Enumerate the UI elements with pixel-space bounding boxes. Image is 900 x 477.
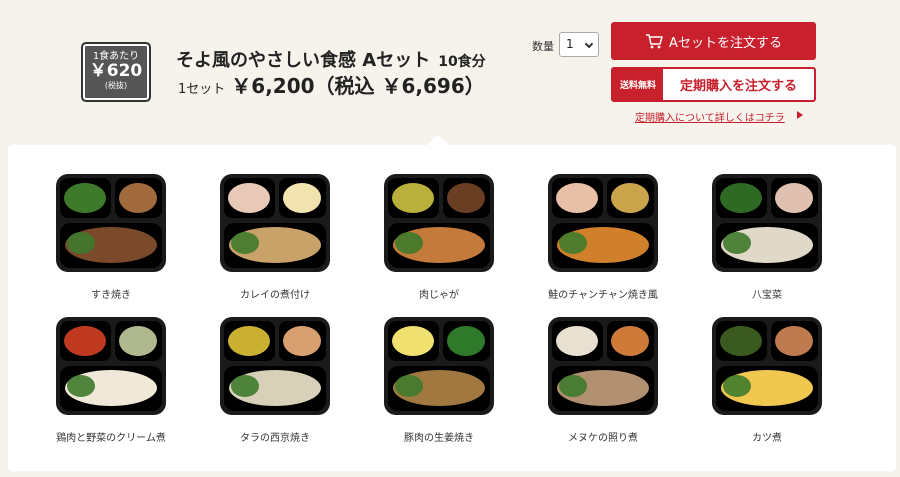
cart-icon <box>646 34 663 49</box>
product-title-row: そよ風のやさしい食感 Aセット 10食分 <box>176 46 486 72</box>
menu-item: すき焼き <box>41 173 181 301</box>
menu-item: 鮭のチャンチャン焼き風 <box>533 173 673 301</box>
menu-item: 八宝菜 <box>697 173 837 301</box>
meal-tray-image <box>220 317 330 415</box>
menu-item-name: すき焼き <box>91 290 131 301</box>
subscribe-info-link[interactable]: 定期購入について詳しくはコチラ <box>635 109 785 124</box>
meal-tray-image <box>548 174 658 272</box>
meal-tray-image <box>384 174 494 272</box>
set-unit: 1セット <box>178 82 226 97</box>
menu-item-name: 八宝菜 <box>752 290 782 301</box>
meal-tray-image <box>384 317 494 415</box>
caret-right-icon <box>797 111 803 119</box>
subscribe-button[interactable]: 送料無料 定期購入を注文する <box>611 67 816 102</box>
menu-item-name: カツ煮 <box>752 433 782 444</box>
product-header: 1食あたり ￥620 (税抜) そよ風のやさしい食感 Aセット 10食分 1セット… <box>0 0 900 145</box>
meal-tray-image <box>220 174 330 272</box>
product-count: 10食分 <box>438 54 486 70</box>
menu-item-name: 鮭のチャンチャン焼き風 <box>548 290 658 301</box>
set-price: ￥6,200（税込 ￥6,696） <box>231 74 485 98</box>
badge-note: (税抜) <box>104 81 128 90</box>
per-meal-price-badge: 1食あたり ￥620 (税抜) <box>81 42 151 102</box>
order-button[interactable]: Aセットを注文する <box>611 22 816 60</box>
menu-item-name: 鶏肉と野菜のクリーム煮 <box>56 433 166 444</box>
menu-item-name: カレイの煮付け <box>240 290 310 301</box>
menu-item: カレイの煮付け <box>205 173 345 301</box>
product-price-row: 1セット ￥6,200（税込 ￥6,696） <box>178 70 485 99</box>
quantity-label: 数量 <box>532 40 554 53</box>
badge-price: ￥620 <box>89 61 143 81</box>
menu-item: カツ煮 <box>697 316 837 444</box>
meal-tray-image <box>56 174 166 272</box>
meal-tray-image <box>712 174 822 272</box>
menu-item: 鶏肉と野菜のクリーム煮 <box>41 316 181 444</box>
menu-item: 肉じゃが <box>369 173 509 301</box>
chevron-down-icon <box>584 39 594 49</box>
meal-tray-image <box>712 317 822 415</box>
product-title: そよ風のやさしい食感 Aセット <box>176 50 431 71</box>
menu-item-name: タラの西京焼き <box>240 433 310 444</box>
menu-item-name: 豚肉の生姜焼き <box>404 433 474 444</box>
subscribe-button-label: 定期購入を注文する <box>679 79 797 94</box>
quantity-value: 1 <box>566 37 574 51</box>
menu-item: 豚肉の生姜焼き <box>369 316 509 444</box>
menu-item: タラの西京焼き <box>205 316 345 444</box>
meal-tray-image <box>56 317 166 415</box>
menu-item: メヌケの照り煮 <box>533 316 673 444</box>
quantity-select[interactable]: 1 <box>559 32 599 57</box>
menu-item-name: 肉じゃが <box>419 290 459 301</box>
menu-item-name: メヌケの照り煮 <box>568 433 638 444</box>
order-button-label: Aセットを注文する <box>669 35 782 51</box>
meal-tray-image <box>548 317 658 415</box>
free-shipping-badge: 送料無料 <box>613 69 663 100</box>
